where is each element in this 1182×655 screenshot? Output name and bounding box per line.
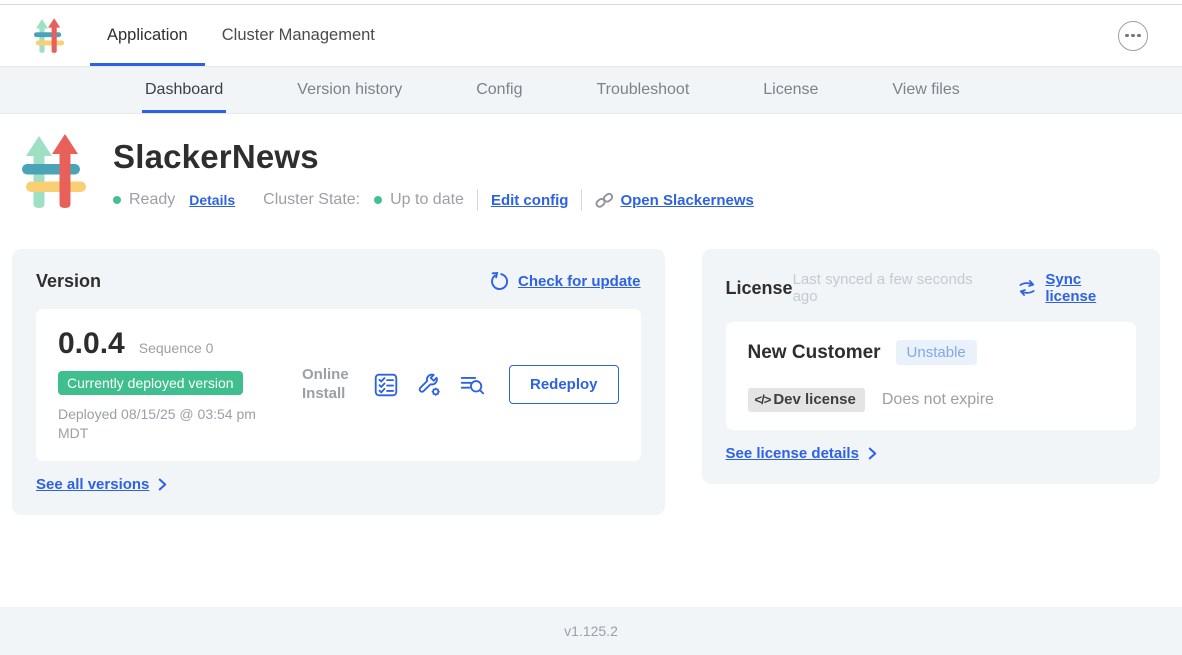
chevron-right-icon: [866, 447, 879, 460]
divider: [477, 189, 478, 211]
license-last-synced: Last synced a few seconds ago: [793, 271, 1002, 305]
see-license-details-link[interactable]: See license details: [726, 445, 859, 462]
license-card: License Last synced a few seconds ago Sy…: [702, 249, 1160, 484]
config-wrench-icon[interactable]: [416, 372, 442, 398]
preflight-checks-icon[interactable]: [373, 372, 399, 398]
sync-arrows-icon: [1017, 278, 1037, 298]
check-for-update-link[interactable]: Check for update: [518, 273, 641, 290]
subnav-tab-config[interactable]: Config: [439, 67, 559, 113]
console-footer: v1.125.2: [0, 607, 1182, 655]
license-details-panel: New Customer Unstable </> Dev license Do…: [726, 322, 1136, 430]
divider: [581, 189, 582, 211]
more-menu-button[interactable]: [1118, 21, 1148, 51]
primary-tabs: Application Cluster Management: [90, 5, 392, 66]
license-type-badge: </> Dev license: [748, 388, 865, 412]
version-card-title: Version: [36, 271, 101, 292]
open-app-link[interactable]: Open Slackernews: [595, 191, 753, 210]
tab-application[interactable]: Application: [90, 5, 205, 66]
version-sequence: Sequence 0: [139, 340, 214, 356]
license-card-title: License: [726, 278, 793, 299]
console-version: v1.125.2: [564, 623, 618, 639]
page-title: SlackerNews: [113, 138, 754, 176]
dashboard-cards: Version Check for update 0.0.4 Seque: [0, 211, 1182, 515]
sync-license-link[interactable]: Sync license: [1045, 271, 1136, 305]
app-hero: SlackerNews Ready Details Cluster State:…: [0, 114, 1182, 211]
ellipsis-dot: [1137, 34, 1140, 37]
edit-config-link[interactable]: Edit config: [491, 192, 569, 209]
app-subnav: Dashboard Version history Config Trouble…: [0, 67, 1182, 114]
channel-badge: Unstable: [896, 340, 977, 365]
slackernews-logo-large: [22, 134, 86, 210]
code-icon: </>: [755, 392, 771, 407]
app-status-dot: [113, 196, 121, 204]
subnav-tab-view-files[interactable]: View files: [855, 67, 996, 113]
chevron-right-icon: [156, 478, 169, 491]
deployed-timestamp: Deployed 08/15/25 @ 03:54 pm MDT: [58, 405, 278, 443]
cluster-state-dot: [374, 196, 382, 204]
install-type-label: Online Install: [302, 366, 356, 404]
version-number: 0.0.4: [58, 327, 125, 361]
release-notes-icon[interactable]: [459, 372, 485, 398]
refresh-icon: [489, 271, 510, 292]
app-status-row: Ready Details Cluster State: Up to date …: [113, 189, 754, 211]
license-expiry: Does not expire: [882, 391, 994, 409]
ellipsis-dot: [1125, 34, 1128, 37]
tab-cluster-management-label: Cluster Management: [222, 26, 375, 45]
subnav-tab-dashboard[interactable]: Dashboard: [108, 67, 260, 113]
see-all-versions-link[interactable]: See all versions: [36, 476, 149, 493]
dashboard-main: SlackerNews Ready Details Cluster State:…: [0, 114, 1182, 607]
customer-name: New Customer: [748, 342, 881, 364]
subnav-tab-version-history[interactable]: Version history: [260, 67, 439, 113]
cluster-state-label: Cluster State:: [263, 191, 360, 209]
cluster-state-text: Up to date: [390, 191, 464, 209]
version-card: Version Check for update 0.0.4 Seque: [12, 249, 665, 515]
tab-cluster-management[interactable]: Cluster Management: [205, 5, 392, 66]
chain-link-icon: [595, 191, 614, 210]
app-status-text: Ready: [129, 191, 175, 209]
redeploy-button[interactable]: Redeploy: [509, 365, 619, 404]
deployed-status-badge: Currently deployed version: [58, 371, 243, 395]
ellipsis-dot: [1131, 34, 1134, 37]
subnav-tab-troubleshoot[interactable]: Troubleshoot: [559, 67, 726, 113]
primary-header: Application Cluster Management: [0, 5, 1182, 67]
current-version-panel: 0.0.4 Sequence 0 Currently deployed vers…: [36, 309, 641, 461]
tab-application-label: Application: [107, 26, 188, 45]
slackernews-logo-icon: [34, 18, 64, 54]
status-details-link[interactable]: Details: [189, 192, 235, 208]
subnav-tab-license[interactable]: License: [726, 67, 855, 113]
